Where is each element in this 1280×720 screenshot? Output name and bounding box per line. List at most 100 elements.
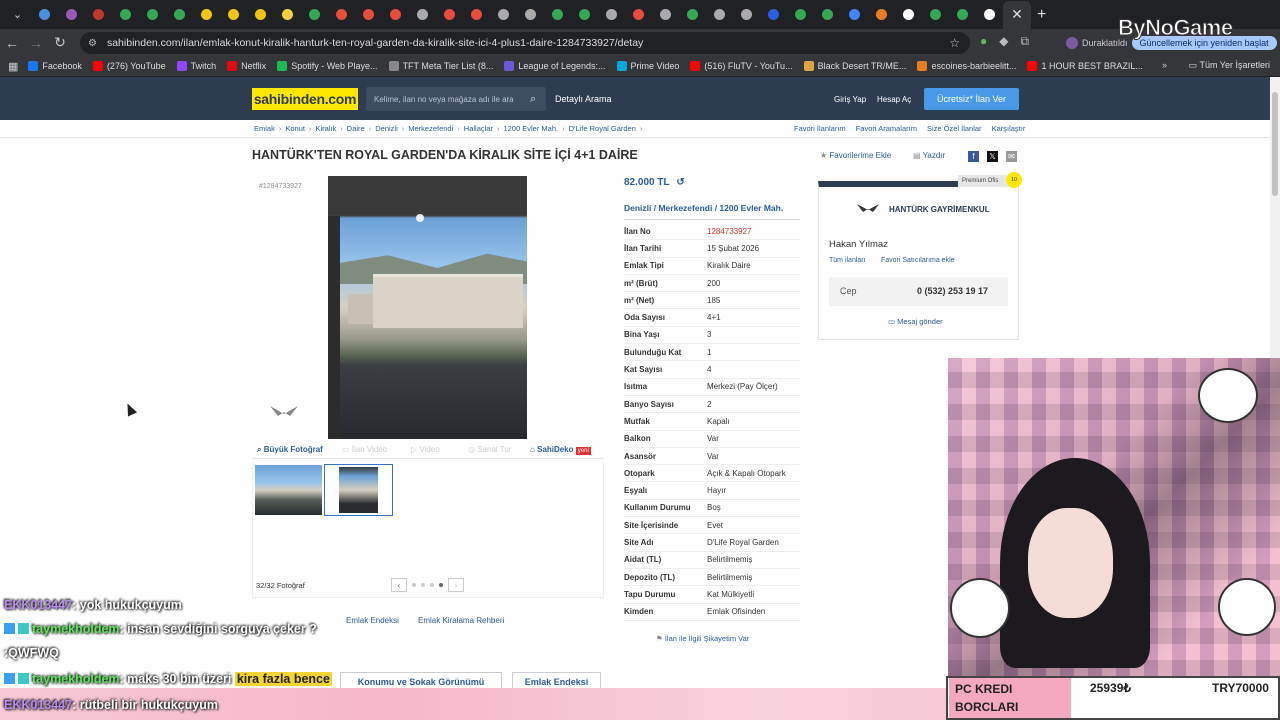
new-tab-icon[interactable]: +	[1037, 6, 1046, 24]
omnibox[interactable]: ⚙ sahibinden.com/ilan/emlak-konut-kirali…	[80, 32, 970, 54]
reload-icon[interactable]: ↻	[48, 34, 72, 51]
browser-tab[interactable]	[31, 1, 58, 29]
photo-thumbnail-selected[interactable]	[324, 464, 393, 516]
all-ads-link[interactable]: Tüm ilanları	[829, 257, 866, 264]
browser-tab[interactable]	[463, 1, 490, 29]
extension-icon-2[interactable]: ◆	[999, 34, 1008, 49]
pager-dot[interactable]	[421, 583, 425, 587]
browser-tab[interactable]	[301, 1, 328, 29]
browser-tab[interactable]	[247, 1, 274, 29]
tab-big-photo[interactable]: ⌕ Büyük Fotoğraf	[257, 445, 323, 455]
register-link[interactable]: Hesap Aç	[877, 95, 911, 104]
bookmark-item[interactable]: Black Desert TR/ME...	[803, 61, 906, 71]
breadcrumb-item[interactable]: 1200 Evler Mah.	[503, 124, 558, 133]
browser-tab[interactable]	[544, 1, 571, 29]
breadcrumb-item[interactable]: Merkezefendi	[408, 124, 453, 133]
bookmark-item[interactable]: 1 HOUR BEST BRAZIL...	[1027, 61, 1143, 71]
all-bookmarks-button[interactable]: ▭ Tüm Yer İşaretleri	[1189, 60, 1270, 71]
site-info-icon[interactable]: ⚙	[88, 38, 97, 49]
browser-tab[interactable]	[436, 1, 463, 29]
browser-tab[interactable]	[139, 1, 166, 29]
browser-tab[interactable]	[922, 1, 949, 29]
facebook-share-icon[interactable]: f	[968, 151, 979, 162]
browser-tab[interactable]	[625, 1, 652, 29]
forward-icon[interactable]: →	[24, 35, 48, 51]
advanced-search-link[interactable]: Detaylı Arama	[555, 94, 612, 104]
browser-tab[interactable]	[85, 1, 112, 29]
bookmark-item[interactable]: Spotify - Web Playe...	[277, 61, 378, 71]
back-icon[interactable]: ←	[0, 35, 24, 51]
send-message-link[interactable]: ▭ Mesaj gönder	[888, 317, 943, 326]
pager-dot[interactable]	[430, 583, 434, 587]
bookmark-item[interactable]: Netflix	[227, 61, 266, 71]
bookmark-item[interactable]: League of Legends:...	[504, 61, 606, 71]
user-link[interactable]: Favori Aramalarım	[856, 124, 917, 133]
bookmark-star-icon[interactable]: ☆	[949, 36, 960, 50]
bookmark-item[interactable]: Facebook	[28, 61, 82, 71]
agent-name[interactable]: HANTÜRK GAYRİMENKUL	[889, 205, 990, 214]
bookmark-item[interactable]: (276) YouTube	[92, 61, 166, 71]
browser-tab[interactable]	[679, 1, 706, 29]
browser-tab[interactable]	[517, 1, 544, 29]
more-bookmarks-chevron-icon[interactable]: »	[1162, 60, 1167, 70]
browser-tab[interactable]	[112, 1, 139, 29]
user-link[interactable]: Favori İlanlarım	[794, 124, 846, 133]
browser-tab[interactable]	[733, 1, 760, 29]
bookmark-item[interactable]: (516) FluTV - YouTu...	[690, 61, 793, 71]
photo-thumbnail[interactable]	[255, 465, 322, 515]
browser-tab[interactable]	[841, 1, 868, 29]
price-history-icon[interactable]: ↺	[676, 177, 684, 188]
email-share-icon[interactable]: ✉	[1006, 151, 1017, 162]
browser-tab[interactable]	[949, 1, 976, 29]
add-favorite-button[interactable]: ★ Favorilerime Ekle	[820, 151, 891, 160]
bookmark-item[interactable]: TFT Meta Tier List (8...	[388, 61, 493, 71]
breadcrumb-item[interactable]: D'Life Royal Garden	[569, 124, 636, 133]
apps-icon[interactable]: ▦	[8, 60, 18, 73]
rental-guide-link[interactable]: Emlak Kiralama Rehberi	[418, 616, 504, 625]
browser-tab[interactable]	[787, 1, 814, 29]
pager-dot-active[interactable]	[439, 583, 443, 587]
main-photo[interactable]	[328, 176, 527, 439]
real-estate-index-link[interactable]: Emlak Endeksi	[346, 616, 399, 625]
browser-tab[interactable]	[409, 1, 436, 29]
bookmark-item[interactable]: Prime Video	[616, 61, 679, 71]
user-link[interactable]: Karşılaştır	[992, 124, 1026, 133]
site-search-input[interactable]: Kelime, ilan no veya mağaza adı ile ara	[366, 87, 546, 111]
browser-tab[interactable]	[193, 1, 220, 29]
browser-tab[interactable]	[571, 1, 598, 29]
breadcrumb-item[interactable]: Denizli	[375, 124, 398, 133]
breadcrumb-item[interactable]: Kiralık	[315, 124, 336, 133]
browser-tab[interactable]	[490, 1, 517, 29]
puzzle-icon[interactable]: ⧉	[1020, 34, 1029, 49]
browser-tab[interactable]	[382, 1, 409, 29]
user-link[interactable]: Size Özel İlanlar	[927, 124, 982, 133]
browser-tab[interactable]	[976, 1, 1003, 29]
breadcrumb-item[interactable]: Emlak	[254, 124, 275, 133]
breadcrumb-item[interactable]: Hallaçlar	[464, 124, 493, 133]
x-share-icon[interactable]: 𝕏	[987, 151, 998, 162]
breadcrumb-item[interactable]: Konut	[285, 124, 305, 133]
browser-tab[interactable]	[328, 1, 355, 29]
favorite-seller-link[interactable]: Favori Satıcılarıma ekle	[881, 257, 955, 264]
complaint-link[interactable]: ⚑ İlan ile İlgili Şikayetim Var	[656, 634, 749, 643]
browser-tab[interactable]	[355, 1, 382, 29]
tab-sahideko[interactable]: ⌂ SahiDeko yeni	[530, 445, 591, 455]
extension-icon[interactable]: ●	[980, 34, 987, 49]
post-ad-button[interactable]: Ücretsiz* İlan Ver	[924, 88, 1019, 110]
tab-search-icon[interactable]: ⌄	[4, 1, 31, 29]
login-link[interactable]: Giriş Yap	[834, 95, 866, 104]
browser-tab[interactable]	[220, 1, 247, 29]
browser-tab[interactable]	[706, 1, 733, 29]
bookmark-item[interactable]: Twitch	[176, 61, 216, 71]
location[interactable]: Denizli / Merkezefendi / 1200 Evler Mah.	[624, 203, 783, 213]
pager-dot[interactable]	[412, 583, 416, 587]
scrollbar-thumb[interactable]	[1272, 92, 1278, 196]
browser-tab[interactable]	[814, 1, 841, 29]
browser-tab[interactable]	[895, 1, 922, 29]
browser-tab[interactable]	[166, 1, 193, 29]
bookmark-item[interactable]: escoines-barbieelitt...	[917, 61, 1016, 71]
next-photo-button[interactable]: ›	[448, 578, 464, 592]
browser-tab[interactable]	[652, 1, 679, 29]
prev-photo-button[interactable]: ‹	[391, 578, 407, 592]
print-button[interactable]: ▤ Yazdır	[913, 151, 945, 160]
